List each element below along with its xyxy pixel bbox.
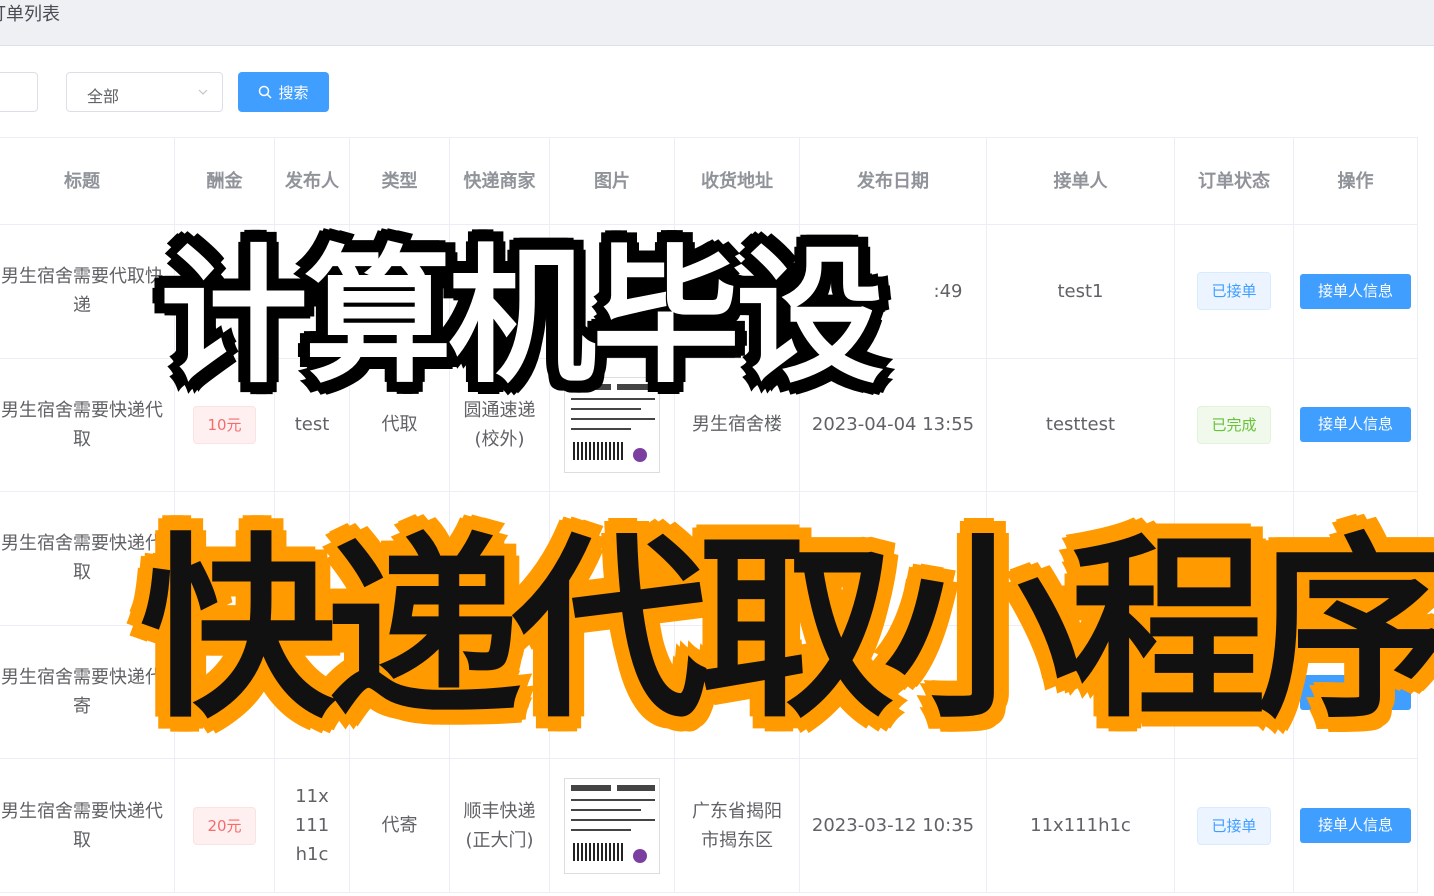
col-actions: 操作 — [1294, 138, 1418, 224]
cell-address: 广东省揭阳市揭东区 — [675, 759, 800, 892]
date-text: :49 — [933, 280, 963, 302]
cell-taker: 11x111h1c — [987, 759, 1175, 892]
col-title: 标题 — [0, 138, 175, 224]
cell-actions: 接单人信息 — [1294, 225, 1418, 358]
status-select[interactable]: 全部 — [66, 72, 223, 112]
cell-date: 2023-03-12 10:35 — [800, 759, 987, 892]
cell-actions: 接单人信息 — [1294, 759, 1418, 892]
cell-image — [550, 759, 675, 892]
status-badge: 已接单 — [1197, 806, 1271, 845]
cell-courier: 顺丰快递(正大门) — [450, 759, 550, 892]
cell-status: 已接单 — [1175, 759, 1294, 892]
col-taker: 接单人 — [987, 138, 1175, 224]
package-label-image[interactable] — [564, 777, 660, 874]
status-badge: 已接单 — [1197, 272, 1271, 311]
breadcrumb: 订单列表 — [0, 4, 60, 25]
overlay-title-line1: 计算机毕设 — [160, 231, 884, 403]
cell-title: 男生宿舍需要代取快递 — [0, 225, 175, 358]
table-row: 男生宿舍需要快递代取 20元 11x111h1c 代寄 顺丰快递(正大门) 广东… — [0, 759, 1418, 893]
reward-badge: 10元 — [193, 405, 256, 444]
overlay-title-line2: 快递代取小程序！ — [140, 517, 1434, 745]
reward-badge: 20元 — [193, 806, 256, 845]
status-badge: 已完成 — [1197, 405, 1271, 444]
search-input[interactable] — [0, 72, 38, 112]
cell-status: 已接单 — [1175, 225, 1294, 358]
col-status: 订单状态 — [1175, 138, 1294, 224]
cell-reward: 20元 — [175, 759, 275, 892]
taker-info-button[interactable]: 接单人信息 — [1300, 407, 1411, 443]
status-select-value: 全部 — [87, 87, 120, 106]
cell-title: 男生宿舍需要快递代取 — [0, 759, 175, 892]
taker-info-button[interactable]: 接单人信息 — [1300, 808, 1411, 844]
cell-publisher: 11x111h1c — [275, 759, 350, 892]
search-button-label: 搜索 — [278, 83, 309, 102]
search-icon — [259, 85, 273, 99]
header-bar: 订单列表 — [0, 0, 1434, 46]
taker-info-button[interactable]: 接单人信息 — [1300, 273, 1411, 309]
cell-taker: test1 — [987, 225, 1175, 358]
chevron-down-icon — [198, 89, 208, 95]
page: 订单列表 全部 搜索 标题 酬金 发布人 类型 快递商家 图片 收货地址 发布日… — [0, 0, 1434, 896]
search-button[interactable]: 搜索 — [238, 72, 329, 112]
cell-type: 代寄 — [350, 759, 450, 892]
